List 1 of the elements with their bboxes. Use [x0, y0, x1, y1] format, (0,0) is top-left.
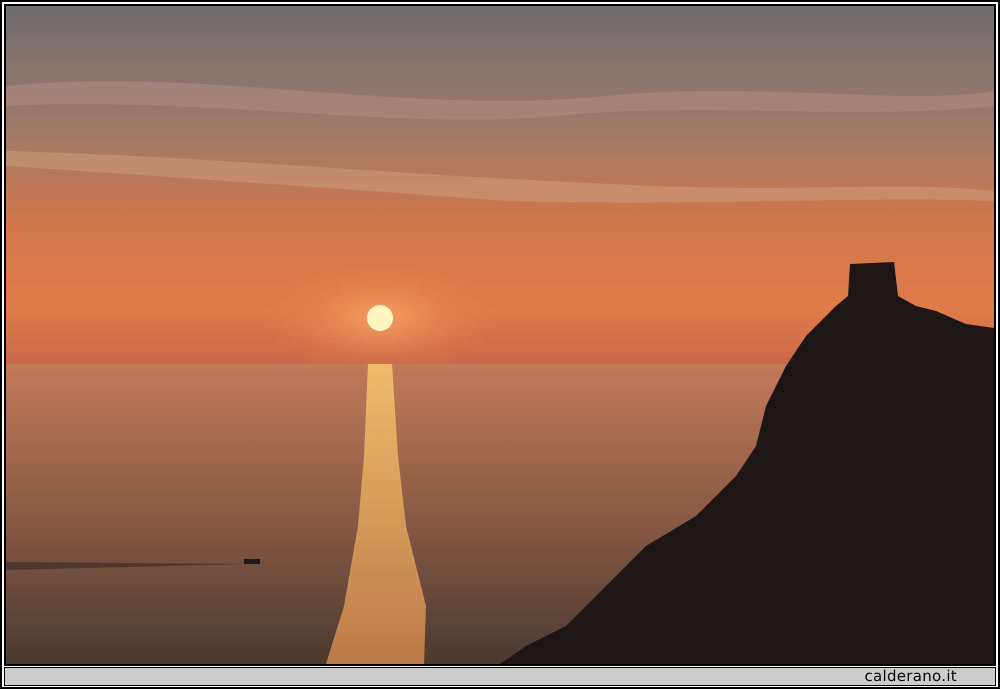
- site-caption: calderano.it: [864, 668, 957, 685]
